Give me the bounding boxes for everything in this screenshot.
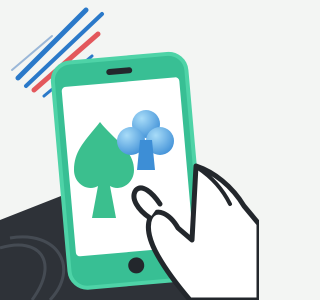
phone-card-illustration xyxy=(0,0,259,300)
